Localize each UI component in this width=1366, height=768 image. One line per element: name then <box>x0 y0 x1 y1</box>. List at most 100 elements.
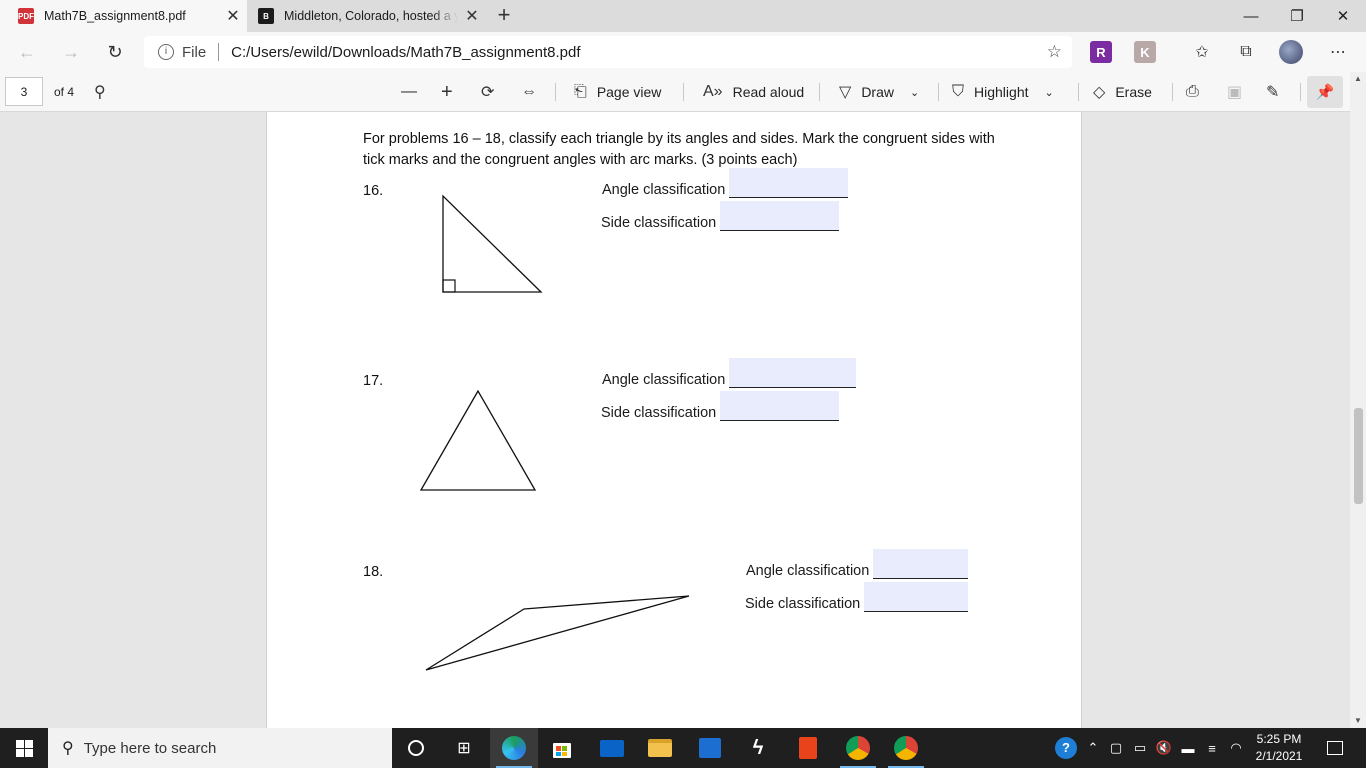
tab-strip: PDF Math7B_assignment8.pdf ✕ B Middleton… <box>0 0 1366 32</box>
cortana-icon[interactable] <box>392 728 440 768</box>
search-icon[interactable]: ⚲ <box>94 72 106 112</box>
tab-title: Math7B_assignment8.pdf <box>44 9 186 23</box>
info-icon[interactable]: i <box>158 44 174 60</box>
forward-button[interactable]: → <box>56 38 86 66</box>
side-classification-field[interactable] <box>864 582 969 612</box>
document-viewport[interactable]: For problems 16 – 18, classify each tria… <box>0 112 1350 728</box>
close-tab-icon[interactable]: ✕ <box>458 6 486 26</box>
erase-button[interactable]: ◇ Erase <box>1093 72 1152 112</box>
minimize-button[interactable]: — <box>1228 0 1274 32</box>
divider <box>819 83 820 101</box>
side-classification-field[interactable] <box>720 391 840 421</box>
clock[interactable]: 5:25 PM 2/1/2021 <box>1248 731 1310 765</box>
divider <box>938 83 939 101</box>
pdf-icon: PDF <box>18 8 34 24</box>
start-button[interactable] <box>0 728 48 768</box>
scroll-up-icon[interactable]: ▲ <box>1350 72 1366 86</box>
angle-classification-field[interactable] <box>729 168 849 198</box>
extension-icon[interactable]: R <box>1090 41 1112 63</box>
back-button[interactable]: ← <box>12 38 42 66</box>
page-view-label: Page view <box>596 84 662 100</box>
draw-button[interactable]: ▽ Draw ⌄ <box>839 72 919 112</box>
refresh-button[interactable]: ↻ <box>100 38 130 66</box>
tab-title: Middleton, Colorado, hosted a y <box>284 9 458 23</box>
tab-pdf[interactable]: PDF Math7B_assignment8.pdf ✕ <box>0 0 247 32</box>
battery-icon[interactable]: ▬ <box>1178 728 1198 768</box>
side-classification-label: Side classification <box>601 405 717 421</box>
print-icon[interactable]: ⎙ <box>1186 72 1199 112</box>
file-explorer-icon[interactable] <box>636 728 684 768</box>
page-count: of 4 <box>54 85 75 99</box>
close-tab-icon[interactable]: ✕ <box>219 6 247 26</box>
address-bar-row: ← → ↻ i File C:/Users/ewild/Downloads/Ma… <box>0 32 1366 72</box>
fit-width-icon[interactable]: ⇔ <box>521 72 537 112</box>
right-triangle <box>442 194 543 293</box>
zoom-in-icon[interactable]: + <box>441 72 453 112</box>
angle-classification-label: Angle classification <box>602 182 726 198</box>
angle-classification-label: Angle classification <box>602 372 726 388</box>
highlight-label: Highlight <box>974 84 1029 100</box>
wifi-icon[interactable]: ◠ <box>1226 728 1246 768</box>
extension-icon-2[interactable]: K <box>1134 41 1156 63</box>
meet-now-icon[interactable]: ▢ <box>1106 728 1126 768</box>
angle-classification-row: Angle classification <box>746 549 969 579</box>
chrome-icon[interactable] <box>834 728 882 768</box>
display-icon[interactable]: ▭ <box>1130 728 1150 768</box>
store-icon[interactable] <box>538 728 586 768</box>
restore-button[interactable]: ❐ <box>1274 0 1320 32</box>
angle-classification-label: Angle classification <box>746 563 870 579</box>
new-tab-button[interactable]: + <box>490 2 518 30</box>
photos-icon[interactable] <box>686 728 734 768</box>
chevron-down-icon[interactable]: ⌄ <box>910 86 919 99</box>
notifications-icon[interactable] <box>1320 728 1350 768</box>
taskbar-search[interactable]: ⚲ Type here to search <box>48 728 392 768</box>
page-view-icon: ⎗ <box>574 83 587 100</box>
angle-classification-field[interactable] <box>873 549 969 579</box>
url-text: C:/Users/ewild/Downloads/Math7B_assignme… <box>231 43 581 61</box>
mail-icon[interactable] <box>588 728 636 768</box>
highlight-button[interactable]: ⛉ Highlight ⌄ <box>952 72 1054 112</box>
chrome-profile-icon[interactable] <box>882 728 930 768</box>
avatar[interactable] <box>1279 40 1303 64</box>
tab-brainly[interactable]: B Middleton, Colorado, hosted a y ✕ <box>248 0 486 32</box>
divider <box>1300 83 1301 101</box>
save-icon[interactable]: ▣ <box>1227 72 1242 112</box>
windows-icon <box>15 739 33 757</box>
problem-number: 16. <box>363 183 384 199</box>
close-window-button[interactable]: ✕ <box>1320 0 1366 32</box>
chevron-up-icon[interactable]: ⌃ <box>1084 728 1102 768</box>
app-icon[interactable]: ϟ <box>734 728 782 768</box>
read-aloud-button[interactable]: A» Read aloud <box>703 72 804 112</box>
obtuse-triangle <box>425 595 690 671</box>
zoom-out-icon[interactable]: — <box>401 72 417 112</box>
equilateral-triangle <box>419 389 537 491</box>
page-view-button[interactable]: ⎗ Page view <box>574 72 661 112</box>
add-favorite-icon[interactable]: ☆ <box>1047 42 1062 62</box>
page-number-input[interactable]: 3 <box>5 77 43 106</box>
search-icon: ⚲ <box>62 740 74 757</box>
pdf-page: For problems 16 – 18, classify each tria… <box>266 112 1082 728</box>
search-placeholder: Type here to search <box>83 739 217 757</box>
vertical-scrollbar[interactable]: ▲ ▼ <box>1350 72 1366 728</box>
edge-icon[interactable] <box>490 728 538 768</box>
scroll-down-icon[interactable]: ▼ <box>1350 714 1366 728</box>
side-classification-row: Side classification <box>601 391 840 421</box>
favorites-icon[interactable]: ✩ <box>1190 40 1214 64</box>
angle-classification-field[interactable] <box>729 358 857 388</box>
more-icon[interactable]: ⋯ <box>1326 40 1350 64</box>
scrollbar-thumb[interactable] <box>1354 408 1363 504</box>
side-classification-field[interactable] <box>720 201 840 231</box>
save-as-icon[interactable]: ✎ <box>1266 72 1279 112</box>
office-icon[interactable] <box>784 728 832 768</box>
side-classification-label: Side classification <box>745 596 861 612</box>
address-input[interactable]: i File C:/Users/ewild/Downloads/Math7B_a… <box>144 36 1072 68</box>
rotate-icon[interactable]: ⟳ <box>481 72 494 112</box>
pin-toolbar-icon[interactable]: 📌 <box>1307 76 1343 108</box>
chevron-down-icon[interactable]: ⌄ <box>1045 86 1054 99</box>
collections-icon[interactable]: ⧉ <box>1234 40 1258 64</box>
mute-icon[interactable]: 🔇 <box>1154 728 1174 768</box>
help-icon[interactable]: ? <box>1054 728 1078 768</box>
divider <box>683 83 684 101</box>
task-view-icon[interactable]: ⊞ <box>440 728 488 768</box>
ink-icon[interactable]: ≡ <box>1202 728 1222 768</box>
